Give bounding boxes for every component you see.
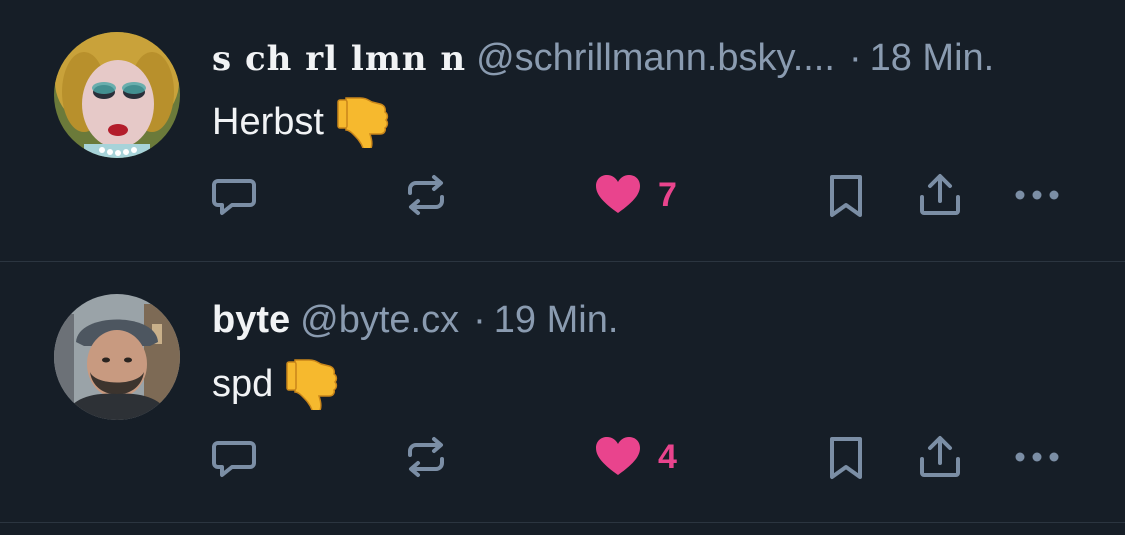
reply-icon — [212, 179, 256, 215]
post-body: spd — [212, 363, 274, 406]
more-options-button[interactable] — [1012, 432, 1062, 482]
post-header: s ch rl lmn n @schrillmann.bsky.... · 18 Mi… — [212, 36, 994, 81]
timestamp[interactable]: 19 Min. — [494, 299, 619, 341]
bookmark-icon — [830, 175, 862, 217]
post[interactable]: s ch rl lmn n @schrillmann.bsky.... · 18 Mi… — [0, 0, 1125, 262]
repost-icon — [408, 437, 444, 477]
more-icon — [1015, 452, 1059, 462]
post-header: byte @byte.cx · 19 Min. — [212, 298, 618, 342]
thumbs-down-icon — [336, 92, 392, 153]
like-heart-icon — [596, 437, 640, 475]
post[interactable]: byte @byte.cx · 19 Min. spd 4 — [0, 262, 1125, 523]
display-name[interactable]: byte — [212, 299, 290, 341]
reply-icon — [212, 441, 256, 477]
bookmark-button[interactable] — [824, 170, 868, 220]
like-button[interactable]: 4 — [594, 432, 677, 482]
like-button[interactable]: 7 — [594, 170, 677, 220]
like-count: 4 — [658, 437, 677, 476]
avatar[interactable] — [54, 32, 180, 158]
timestamp[interactable]: 18 Min. — [870, 37, 995, 79]
like-count: 7 — [658, 175, 677, 214]
post-text: spd — [212, 358, 341, 415]
share-button[interactable] — [916, 432, 964, 482]
more-icon — [1015, 190, 1059, 200]
avatar[interactable] — [54, 294, 180, 420]
bookmark-button[interactable] — [824, 432, 868, 482]
more-options-button[interactable] — [1012, 170, 1062, 220]
handle[interactable]: @schrillmann.bsky.... — [476, 37, 835, 79]
reply-button[interactable] — [210, 170, 258, 220]
share-icon — [920, 174, 960, 215]
repost-icon — [408, 175, 444, 215]
like-heart-icon — [596, 175, 640, 213]
display-name[interactable]: s ch rl lmn n — [212, 39, 466, 79]
reply-button[interactable] — [210, 432, 258, 482]
share-icon — [920, 436, 960, 477]
separator-dot: · — [848, 37, 862, 79]
avatar-image — [54, 32, 180, 158]
repost-button[interactable] — [402, 432, 450, 482]
feed: s ch rl lmn n @schrillmann.bsky.... · 18 Mi… — [0, 0, 1125, 535]
repost-button[interactable] — [402, 170, 450, 220]
share-button[interactable] — [916, 170, 964, 220]
avatar-image — [54, 294, 180, 420]
post-text: Herbst — [212, 96, 392, 153]
post-body: Herbst — [212, 101, 324, 144]
bookmark-icon — [830, 437, 862, 479]
handle[interactable]: @byte.cx — [300, 299, 459, 341]
thumbs-down-icon — [285, 354, 341, 415]
separator-dot: · — [473, 299, 486, 341]
